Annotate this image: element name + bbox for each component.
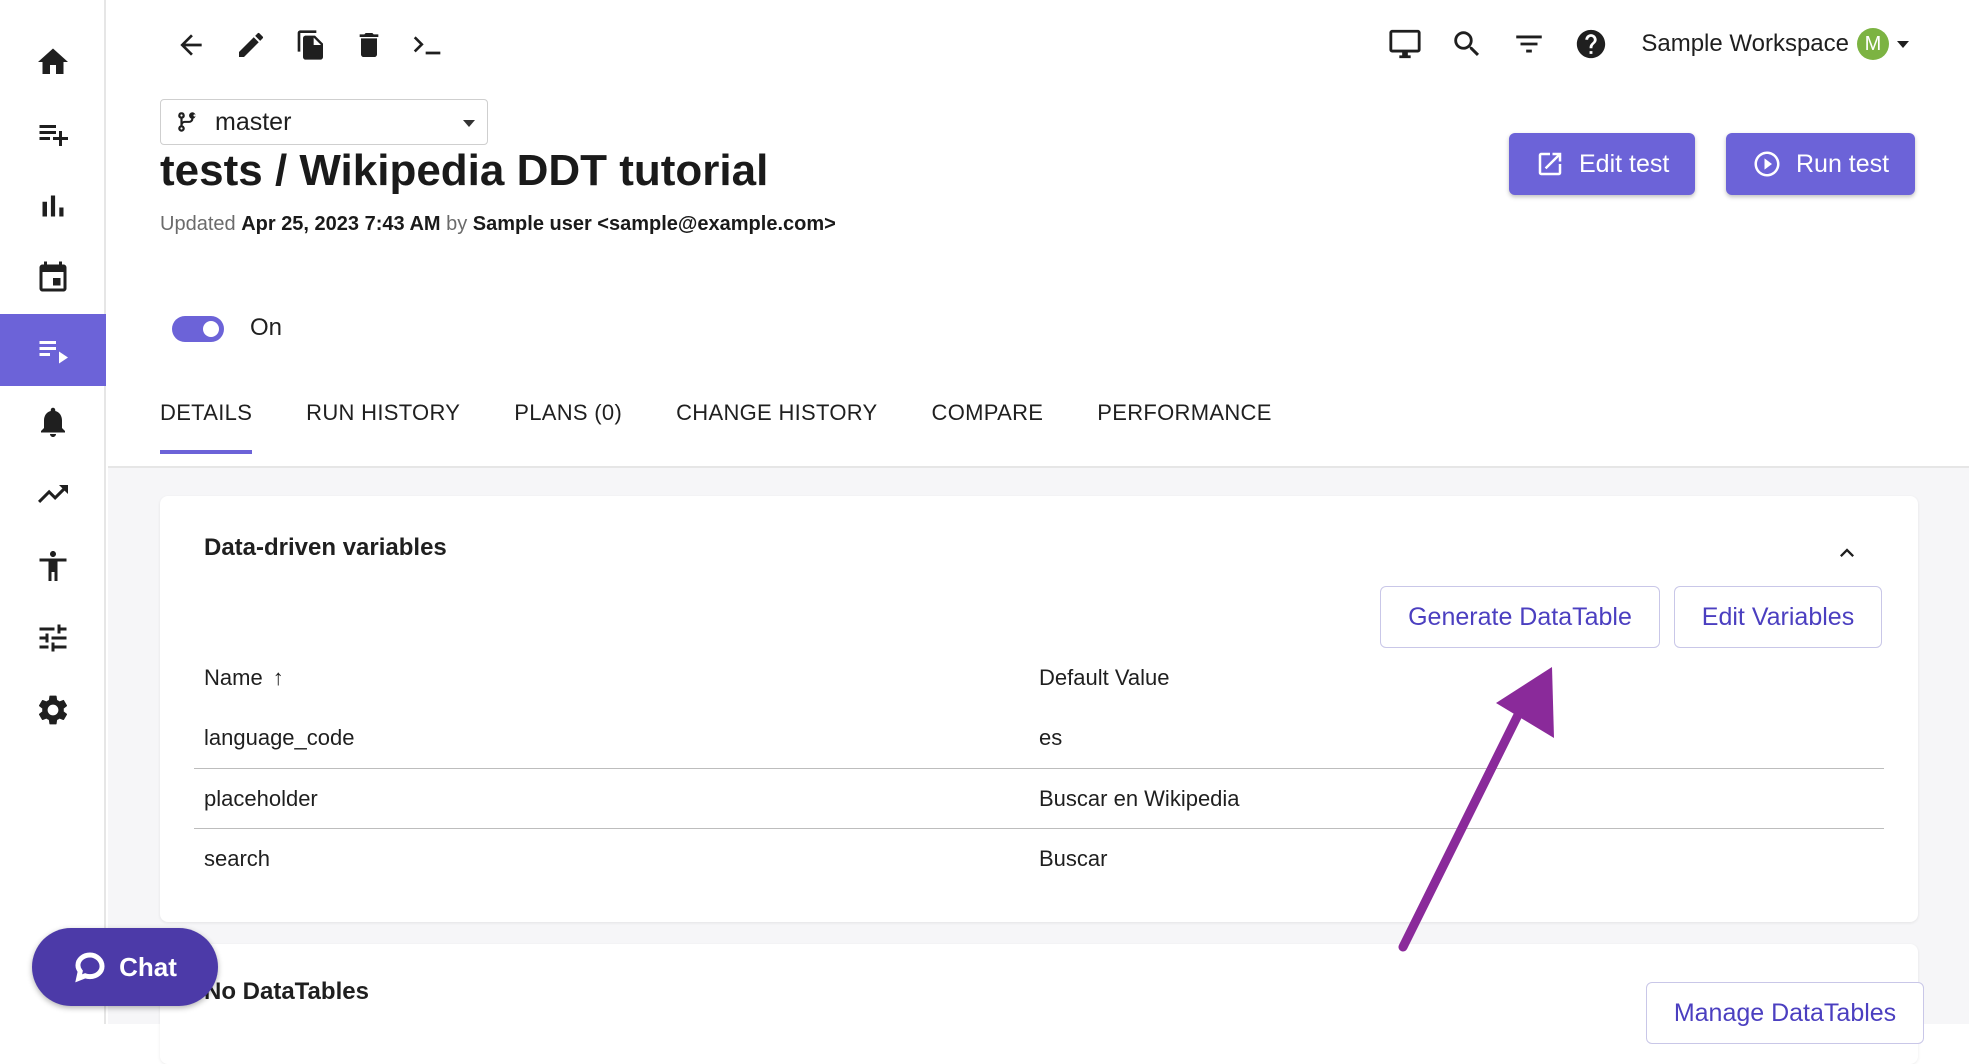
git-branch-icon xyxy=(178,112,196,132)
chevron-down-icon xyxy=(1897,40,1909,48)
datatables-card-title: No DataTables xyxy=(204,978,369,1005)
edit-button[interactable] xyxy=(230,24,272,66)
sidebar xyxy=(0,0,106,1024)
open-external-icon xyxy=(1538,152,1562,176)
edit-test-button[interactable]: Edit test xyxy=(1509,133,1696,195)
chat-bubble-icon xyxy=(75,952,105,983)
sort-up-icon: ↑ xyxy=(272,665,284,690)
monitor-icon xyxy=(1389,29,1421,59)
tab-bar: DETAILS RUN HISTORY PLANS (0) CHANGE HIS… xyxy=(160,400,1272,454)
pencil-icon xyxy=(239,32,264,57)
filter-icon xyxy=(1516,35,1543,53)
toggle-knob xyxy=(203,321,219,337)
updated-by: by xyxy=(446,213,468,235)
run-test-label: Run test xyxy=(1796,149,1890,178)
sidebar-item-create[interactable] xyxy=(0,98,106,170)
table-row: language_code es xyxy=(194,708,1884,768)
table-header: Name ↑ Default Value xyxy=(194,648,1884,708)
chat-button[interactable]: Chat xyxy=(32,928,218,1006)
variables-table: Name ↑ Default Value language_code es pla… xyxy=(194,648,1884,888)
tab-details[interactable]: DETAILS xyxy=(160,400,253,454)
back-arrow-icon xyxy=(180,34,202,56)
tab-compare[interactable]: COMPARE xyxy=(932,400,1044,454)
sidebar-item-home[interactable] xyxy=(0,26,106,98)
updated-prefix: Updated xyxy=(160,213,236,235)
page-title: tests / Wikipedia DDT tutorial xyxy=(160,146,769,195)
chevron-up-icon xyxy=(1840,548,1854,557)
delete-button[interactable] xyxy=(348,24,390,66)
workspace-menu[interactable]: Sample Workspace M xyxy=(1641,28,1909,60)
copy-icon xyxy=(297,30,323,60)
search-button[interactable] xyxy=(1447,24,1487,64)
sidebar-item-settings[interactable] xyxy=(0,674,106,746)
help-button[interactable] xyxy=(1571,24,1611,64)
tab-plans[interactable]: PLANS (0) xyxy=(514,400,622,454)
table-row: placeholder Buscar en Wikipedia xyxy=(194,768,1884,828)
manage-datatables-button[interactable]: Manage DataTables xyxy=(1646,982,1924,1044)
gear-icon xyxy=(38,695,68,725)
bar-chart-icon xyxy=(42,195,64,217)
datatables-card: No DataTables Manage DataTables xyxy=(160,944,1924,1064)
variable-name: placeholder xyxy=(204,785,318,811)
variable-name: language_code xyxy=(204,725,355,750)
branch-selector[interactable]: master xyxy=(160,99,488,145)
duplicate-button[interactable] xyxy=(290,24,332,66)
sidebar-item-configure[interactable] xyxy=(0,602,106,674)
enable-toggle[interactable] xyxy=(172,316,224,342)
annotation-arrow xyxy=(1398,667,1554,952)
sidebar-item-tests[interactable] xyxy=(0,314,106,386)
calendar-icon xyxy=(39,261,67,292)
updated-date: Apr 25, 2023 7:43 AM xyxy=(241,213,441,235)
cli-button[interactable] xyxy=(406,24,448,66)
playlist-add-icon xyxy=(39,125,68,146)
trending-up-icon xyxy=(38,485,68,503)
sidebar-item-accessibility[interactable] xyxy=(0,530,106,602)
updated-info: Updated Apr 25, 2023 7:43 AM by Sample u… xyxy=(160,213,836,236)
branch-name: master xyxy=(215,107,292,136)
chat-label: Chat xyxy=(119,951,177,982)
avatar: M xyxy=(1857,28,1889,60)
dropdown-arrow-icon xyxy=(463,120,475,127)
run-test-button[interactable]: Run test xyxy=(1726,133,1916,195)
tab-performance[interactable]: PERFORMANCE xyxy=(1097,400,1271,454)
sidebar-item-alerts[interactable] xyxy=(0,386,106,458)
variables-card: Data-driven variables Generate DataTable… xyxy=(160,496,1918,922)
collapse-button[interactable] xyxy=(1832,538,1862,568)
edit-test-label: Edit test xyxy=(1579,149,1670,178)
test-list-icon xyxy=(39,341,68,364)
accessibility-icon xyxy=(39,551,67,581)
play-circle-icon xyxy=(1754,151,1780,177)
header-actions: Sample Workspace M xyxy=(1385,20,1909,68)
tab-run-history[interactable]: RUN HISTORY xyxy=(306,400,460,454)
filter-button[interactable] xyxy=(1509,24,1549,64)
help-icon xyxy=(1577,29,1606,59)
table-row: search Buscar xyxy=(194,828,1884,888)
tab-change-history[interactable]: CHANGE HISTORY xyxy=(676,400,877,454)
generate-datatable-button[interactable]: Generate DataTable xyxy=(1380,586,1660,648)
variable-name: search xyxy=(204,845,271,871)
trash-icon xyxy=(359,33,379,57)
name-column-header[interactable]: Name ↑ xyxy=(194,665,1039,691)
name-header-label: Name xyxy=(204,665,263,690)
sidebar-item-schedule[interactable] xyxy=(0,242,106,314)
updated-user: Sample user <sample@example.com> xyxy=(472,213,836,235)
terminal-icon xyxy=(413,36,441,55)
search-icon xyxy=(1454,31,1480,57)
back-button[interactable] xyxy=(170,24,212,66)
edit-variables-button[interactable]: Edit Variables xyxy=(1674,586,1882,648)
home-icon xyxy=(38,48,68,74)
main-area: Sample Workspace M master tests / Wikipe… xyxy=(108,0,1969,1064)
monitor-button[interactable] xyxy=(1385,24,1425,64)
bell-icon xyxy=(41,407,65,437)
workspace-name: Sample Workspace xyxy=(1641,30,1849,57)
variables-card-title: Data-driven variables xyxy=(204,534,447,561)
tune-icon xyxy=(39,624,67,652)
toggle-label: On xyxy=(250,314,283,341)
sidebar-item-reports[interactable] xyxy=(0,170,106,242)
sidebar-item-insights[interactable] xyxy=(0,458,106,530)
